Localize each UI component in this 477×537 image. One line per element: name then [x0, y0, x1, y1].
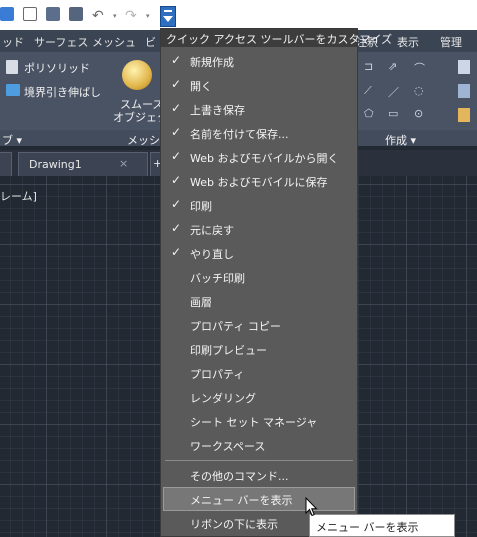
copy-tool-icon[interactable]	[458, 60, 470, 74]
viewport-label[interactable]: レーム]	[0, 188, 37, 204]
menu-item-label: シート セット マネージャ	[190, 416, 318, 429]
check-icon: ✓	[171, 101, 182, 115]
menu-item-label: レンダリング	[190, 392, 256, 405]
menu-item-label: プロパティ コピー	[190, 320, 281, 333]
menu-item-label: Web およびモバイルに保存	[190, 176, 328, 189]
menu-item-label: バッチ印刷	[190, 272, 245, 285]
doc-tab-close-icon[interactable]: ×	[119, 157, 128, 170]
menu-item-label: 開く	[190, 80, 212, 93]
menu-item-print[interactable]: ✓ 印刷	[163, 193, 355, 217]
menu-item-show-menu-bar[interactable]: メニュー バーを表示	[163, 487, 355, 511]
check-icon: ✓	[171, 173, 182, 187]
tab-manage[interactable]: 管理	[440, 34, 462, 50]
smooth-object-icon[interactable]	[122, 60, 152, 90]
menu-item-save-as[interactable]: ✓ 名前を付けて保存...	[163, 121, 355, 145]
check-icon: ✓	[171, 77, 182, 91]
menu-item-save-web-mobile[interactable]: ✓ Web およびモバイルに保存	[163, 169, 355, 193]
menu-item-label: 上書き保存	[190, 104, 245, 117]
menu-item-workspace[interactable]: ワークスペース	[163, 433, 355, 457]
doc-tab-start[interactable]	[0, 152, 12, 176]
tab-surface[interactable]: サーフェス	[34, 34, 88, 50]
tooltip: メニュー バーを表示	[309, 514, 455, 537]
menu-item-label: 名前を付けて保存...	[190, 128, 289, 141]
menu-item-label: Web およびモバイルから開く	[190, 152, 339, 165]
ellipse-tool-icon[interactable]: ⊙	[414, 107, 423, 120]
quick-access-toolbar: ↶ ▾ ↷ ▾	[0, 0, 477, 30]
circle-tool-icon[interactable]: ◌	[414, 84, 424, 97]
mouse-cursor-icon	[305, 497, 318, 517]
check-icon: ✓	[171, 149, 182, 163]
tab-solid[interactable]: ッド	[2, 34, 24, 50]
menu-item-label: その他のコマンド...	[190, 470, 289, 483]
trim-tool-icon[interactable]: ⇗	[388, 60, 397, 73]
menu-item-label: やり直し	[190, 248, 234, 261]
polygon-tool-icon[interactable]: ⬠	[364, 107, 374, 120]
undo-dropdown-icon[interactable]: ▾	[113, 12, 117, 20]
menu-item-redo[interactable]: ✓ やり直し	[163, 241, 355, 265]
menu-separator	[165, 460, 353, 461]
menu-item-render[interactable]: レンダリング	[163, 385, 355, 409]
check-icon: ✓	[171, 53, 182, 67]
customize-qat-menu: クイック アクセス ツールバーをカスタマイズ ✓ 新規作成 ✓ 開く ✓ 上書き…	[160, 28, 392, 537]
doc-tab-drawing1[interactable]: Drawing1 ×	[18, 152, 148, 176]
menu-item-label: 元に戻す	[190, 224, 234, 237]
menu-item-label: 印刷	[190, 200, 212, 213]
menu-item-label: 印刷プレビュー	[190, 344, 267, 357]
menu-item-label: プロパティ	[190, 368, 245, 381]
menu-item-label: 新規作成	[190, 56, 234, 69]
menu-item-open-web-mobile[interactable]: ✓ Web およびモバイルから開く	[163, 145, 355, 169]
tab-view[interactable]: 表示	[397, 34, 419, 50]
menu-item-open[interactable]: ✓ 開く	[163, 73, 355, 97]
check-icon: ✓	[171, 197, 182, 211]
rectangle-tool-icon[interactable]: ▭	[388, 107, 398, 120]
polysolid-icon[interactable]	[6, 60, 18, 74]
panel-label-left[interactable]: ブ ▾	[2, 132, 22, 148]
tab-visualize[interactable]: ビ	[145, 34, 156, 50]
tab-mesh[interactable]: メッシュ	[92, 34, 136, 50]
check-icon: ✓	[171, 245, 182, 259]
redo-icon[interactable]: ↷	[125, 8, 137, 24]
polyline-tool-icon[interactable]: ⟋	[364, 84, 372, 98]
arc-tool-icon[interactable]: ⌒	[414, 60, 425, 76]
menu-item-label: リボンの下に表示	[190, 518, 278, 531]
menu-item-label: メニュー バーを表示	[190, 494, 293, 507]
undo-icon[interactable]: ↶	[92, 8, 104, 24]
menu-item-new[interactable]: ✓ 新規作成	[163, 49, 355, 73]
polysolid-button[interactable]: ポリソリッド	[24, 60, 90, 76]
menu-item-save[interactable]: ✓ 上書き保存	[163, 97, 355, 121]
panel-label-create[interactable]: 作成 ▾	[385, 132, 416, 148]
check-icon: ✓	[171, 125, 182, 139]
menu-item-match-properties[interactable]: プロパティ コピー	[163, 313, 355, 337]
redo-dropdown-icon[interactable]: ▾	[146, 12, 150, 20]
menu-item-undo[interactable]: ✓ 元に戻す	[163, 217, 355, 241]
extrude-boundary-icon[interactable]	[6, 84, 20, 96]
menu-item-layer[interactable]: 画層	[163, 289, 355, 313]
menu-item-label: ワークスペース	[190, 440, 266, 453]
save-icon[interactable]	[69, 7, 83, 21]
menu-item-label: 画層	[190, 296, 212, 309]
layer-tool-icon[interactable]	[458, 84, 470, 98]
new-icon[interactable]	[23, 7, 37, 21]
extrude-boundary-button[interactable]: 境界引き伸ばし	[24, 84, 101, 100]
pencil-tool-icon[interactable]	[458, 108, 470, 122]
line-tool-icon[interactable]: ／	[388, 84, 399, 100]
open-icon[interactable]	[46, 7, 60, 21]
menu-item-sheet-set-manager[interactable]: シート セット マネージャ	[163, 409, 355, 433]
rect-tool-icon[interactable]: ⊐	[364, 60, 373, 73]
check-icon: ✓	[171, 221, 182, 235]
doc-tab-title: Drawing1	[29, 158, 82, 171]
menu-item-more-commands[interactable]: その他のコマンド...	[163, 463, 355, 487]
menu-item-plot-preview[interactable]: 印刷プレビュー	[163, 337, 355, 361]
menu-item-batch-plot[interactable]: バッチ印刷	[163, 265, 355, 289]
menu-title: クイック アクセス ツールバーをカスタマイズ	[161, 29, 392, 47]
menu-item-properties[interactable]: プロパティ	[163, 361, 355, 385]
customize-qat-dropdown[interactable]	[160, 6, 176, 27]
workspace-icon[interactable]	[0, 7, 14, 21]
